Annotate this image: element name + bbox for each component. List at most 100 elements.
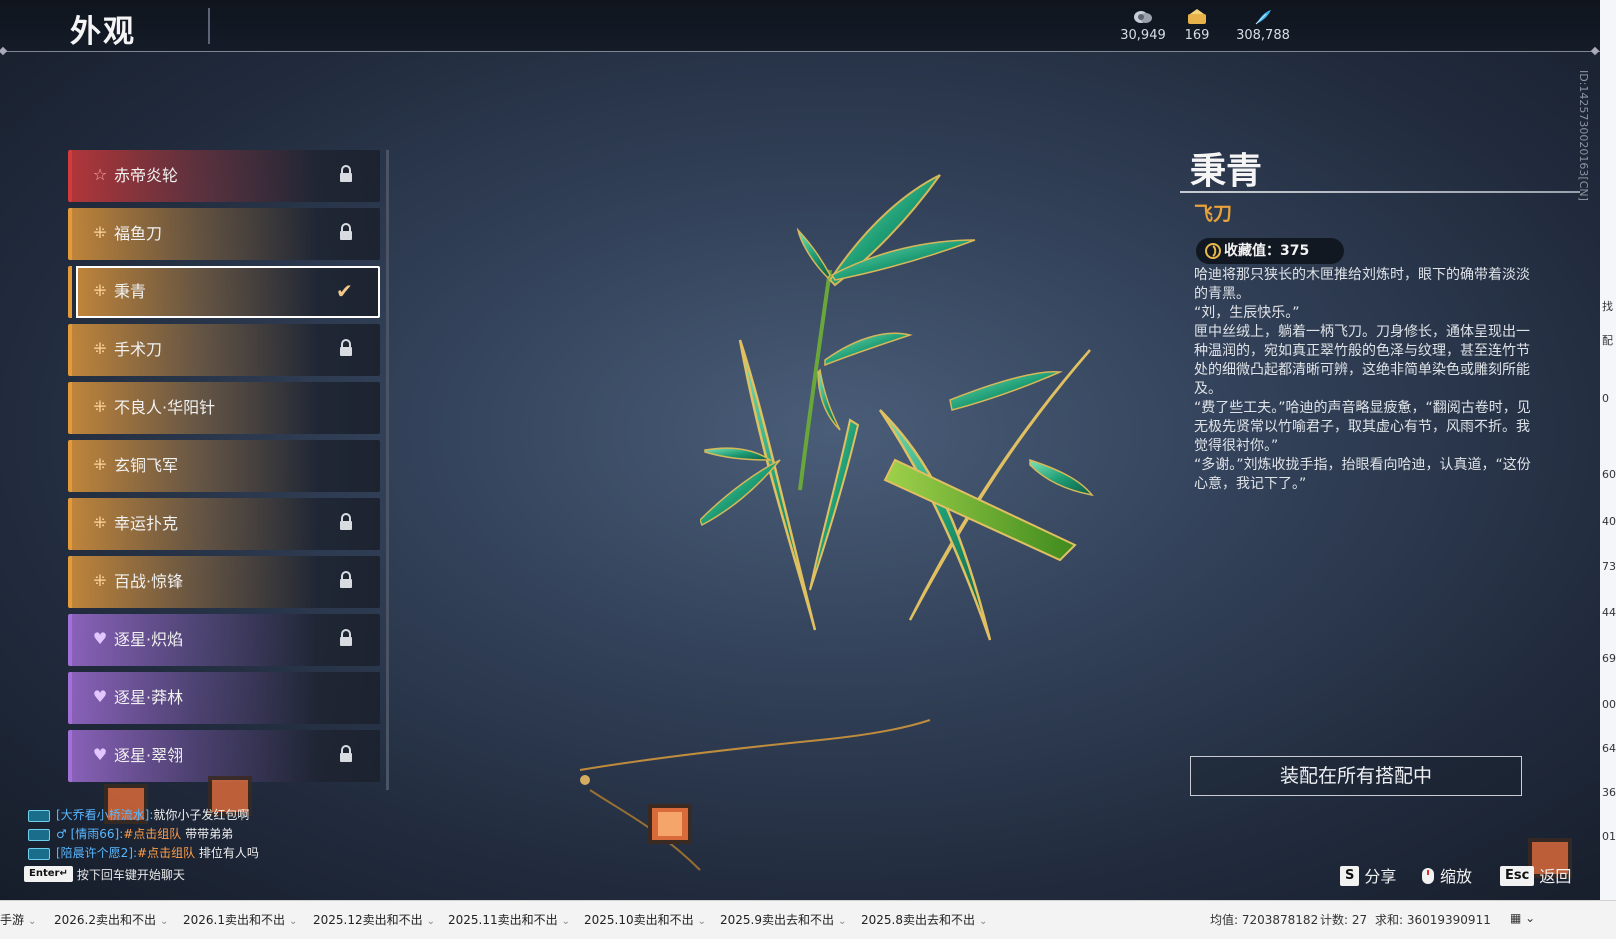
background-cell-text: 01 [1602, 830, 1616, 843]
appearance-item[interactable]: ⁜ 手术刀 [68, 324, 380, 376]
chat-hint[interactable]: Enter↵ 按下回车键开始聊天 [24, 866, 185, 884]
view-grid-icon[interactable]: ▦ ⌄ [1510, 911, 1535, 925]
background-cell-text: 找 [1602, 300, 1613, 313]
lock-icon [338, 571, 356, 591]
silver-coin-icon [1132, 8, 1154, 26]
chat-sender[interactable]: [陪晨许个愿2]: [56, 846, 137, 860]
background-cell-text: 0 [1602, 392, 1609, 405]
chat-team-link[interactable]: #点击组队 [137, 846, 195, 860]
currency-ticket: 169 [1162, 8, 1232, 43]
share-key: S [1340, 866, 1360, 886]
list-scrollbar[interactable] [386, 150, 389, 790]
currency-ticket-value: 169 [1184, 28, 1210, 43]
heart-rune-icon: ♥ [92, 687, 108, 706]
bamboo-dagger-artwork[interactable] [700, 160, 1120, 660]
background-cell-text: 00 [1602, 698, 1616, 711]
chat-channel-icon [28, 847, 50, 860]
star-icon: ☆ [92, 165, 108, 184]
background-cell-text: 640 [1602, 742, 1616, 755]
back-label: 返回 [1539, 867, 1572, 886]
currency-feather: 308,788 [1228, 8, 1298, 43]
lock-icon [338, 223, 356, 243]
status-sum: 求和: 36019390911 [1375, 913, 1491, 927]
sheet-tab-label: 手游 [0, 913, 25, 927]
sheet-tab[interactable]: 2026.1卖出和不出 ⌄ [183, 911, 297, 928]
sheet-tab[interactable]: 2026.2卖出和不出 ⌄ [54, 911, 168, 928]
player-id-label: ID:1425730020163[CN] [1577, 70, 1590, 201]
appearance-item[interactable]: ⁜ 秉青 ✔ [68, 266, 380, 318]
appearance-item[interactable]: ⁜ 福鱼刀 [68, 208, 380, 260]
chevron-down-icon: ⌄ [289, 916, 298, 927]
ground-glow-decoration [579, 719, 931, 871]
sheet-tab[interactable]: 2025.12卖出和不出 ⌄ [313, 911, 435, 928]
top-bar [0, 0, 1600, 52]
back-control[interactable]: Esc 返回 [1500, 866, 1571, 888]
item-type: 飞刀 [1194, 203, 1233, 225]
chat-line[interactable]: [大乔看小桥流水]:就你小子发红包啊 [28, 806, 249, 824]
chat-team-link[interactable]: #点击组队 [123, 827, 181, 841]
item-name: 百战·惊锋 [114, 572, 184, 591]
chevron-down-icon: ⌄ [28, 916, 37, 927]
appearance-item[interactable]: ⁜ 不良人·华阳针 [68, 382, 380, 434]
desc-paragraph: “费了些工夫。”哈迪的声音略显疲惫，“翻阅古卷时，见无极先贤常以竹喻君子，取其虚… [1194, 400, 1531, 454]
gold-ticket-icon [1186, 8, 1208, 26]
desc-paragraph: “刘，生辰快乐。” [1194, 305, 1300, 321]
background-cell-text: 60 [1602, 468, 1616, 481]
sheet-tab-label: 2025.8卖出去和不出 [861, 913, 975, 927]
feather-icon [1252, 8, 1274, 26]
appearance-list[interactable]: ☆ 赤帝炎轮 ⁜ 福鱼刀 ⁜ 秉青 ✔ ⁜ 手术刀 ⁜ 不良人·华阳针 ⁜ 玄铜飞军 ⁜ 幸运扑克 ⁜ 百战·惊… [68, 150, 388, 790]
item-name: 逐星·翠翎 [114, 746, 184, 765]
heart-rune-icon: ♥ [92, 629, 108, 648]
zoom-label: 缩放 [1440, 867, 1473, 886]
item-title: 秉青 [1190, 151, 1263, 192]
rune-icon: ⁜ [93, 455, 107, 474]
chat-line[interactable]: ♂ [情雨66]:#点击组队 带带弟弟 [28, 825, 233, 843]
top-divider [0, 51, 1600, 52]
item-description: 哈迪将那只狭长的木匣推给刘炼时，眼下的确带着淡淡的青黑。 “刘，生辰快乐。” 匣… [1194, 266, 1534, 494]
rune-icon: ⁜ [93, 571, 107, 590]
sheet-tab[interactable]: 2025.10卖出和不出 ⌄ [584, 911, 706, 928]
sheet-tab[interactable]: 2025.9卖出去和不出 ⌄ [720, 911, 846, 928]
chat-sender[interactable]: [大乔看小桥流水]: [56, 808, 153, 822]
equip-all-button[interactable]: 装配在所有搭配中 [1190, 756, 1522, 796]
chat-sender[interactable]: ♂ [情雨66]: [56, 827, 123, 841]
sheet-tab-label: 2025.11卖出和不出 [448, 913, 558, 927]
appearance-item[interactable]: ♥ 逐星·炽焰 [68, 614, 380, 666]
sheet-tab[interactable]: 2025.8卖出去和不出 ⌄ [861, 911, 987, 928]
lock-icon [338, 165, 356, 185]
chat-text: 就你小子发红包啊 [153, 808, 250, 822]
esc-key: Esc [1500, 866, 1535, 886]
chevron-down-icon: ⌄ [838, 916, 847, 927]
desc-paragraph: 哈迪将那只狭长的木匣推给刘炼时，眼下的确带着淡淡的青黑。 [1194, 267, 1530, 302]
sheet-tab-label: 2025.9卖出去和不出 [720, 913, 834, 927]
lantern-decoration-1 [640, 800, 700, 850]
rarity-bar [68, 266, 72, 318]
chevron-down-icon: ⌄ [561, 916, 571, 927]
heart-rune-icon: ♥ [92, 745, 108, 764]
background-cell-text: 配 [1602, 334, 1613, 347]
item-name: 秉青 [114, 282, 147, 301]
selected-check-icon: ✔ [336, 279, 353, 303]
appearance-item[interactable]: ⁜ 玄铜飞军 [68, 440, 380, 492]
lock-icon [338, 513, 356, 533]
sheet-tab[interactable]: 2025.11卖出和不出 ⌄ [448, 911, 570, 928]
zoom-control[interactable]: 缩放 [1418, 866, 1472, 888]
appearance-item[interactable]: ⁜ 幸运扑克 [68, 498, 380, 550]
currency-silver-value: 30,949 [1120, 28, 1166, 43]
lock-icon [338, 745, 356, 765]
chat-line[interactable]: [陪晨许个愿2]:#点击组队 排位有人吗 [28, 844, 259, 862]
share-control[interactable]: S 分享 [1340, 866, 1396, 888]
sheet-tab[interactable]: 手游 ⌄ [0, 911, 36, 928]
title-divider [208, 8, 210, 44]
desc-paragraph: 匣中丝绒上，躺着一柄飞刀。刀身修长，通体呈现出一种温润的，宛如真正翠竹般的色泽与… [1194, 324, 1530, 397]
rune-icon: ⁜ [93, 513, 107, 532]
background-window-sliver [1600, 0, 1616, 900]
chat-text: 排位有人吗 [195, 846, 259, 860]
appearance-item[interactable]: ⁜ 百战·惊锋 [68, 556, 380, 608]
appearance-item[interactable]: ♥ 逐星·莽林 [68, 672, 380, 724]
appearance-item[interactable]: ☆ 赤帝炎轮 [68, 150, 380, 202]
chevron-down-icon: ⌄ [160, 916, 169, 927]
chat-hint-text: 按下回车键开始聊天 [76, 868, 185, 882]
chevron-down-icon: ⌄ [426, 916, 436, 927]
title-underline [1180, 191, 1580, 193]
